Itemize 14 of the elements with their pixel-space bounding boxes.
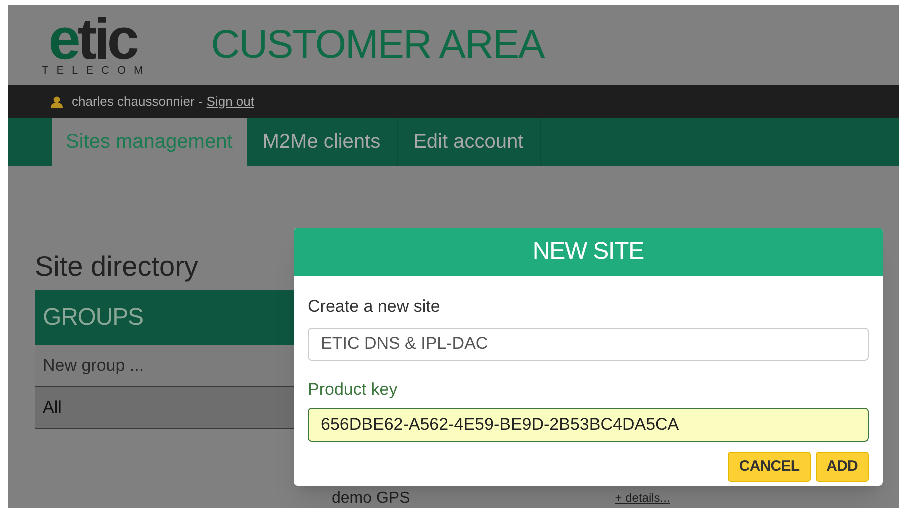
dialog-button[interactable]: ADD bbox=[816, 452, 869, 482]
site-name-field[interactable]: ETIC DNS & IPL-DAC bbox=[308, 328, 869, 360]
nav-tab[interactable]: Edit account bbox=[398, 118, 541, 166]
nav-tab[interactable]: M2Me clients bbox=[246, 118, 398, 166]
product-key-field[interactable]: 656DBE62-A562-4E59-BE9D-2B53BC4DA5CA bbox=[308, 408, 869, 442]
dialog-button[interactable]: CANCEL bbox=[728, 452, 811, 482]
user-icon bbox=[50, 96, 64, 108]
page-title: CUSTOMER AREA bbox=[211, 22, 544, 69]
user-name: charles chaussonnier - bbox=[72, 92, 203, 111]
site-name: demo GPS bbox=[332, 491, 410, 507]
section-title: Site directory bbox=[35, 250, 198, 284]
sign-out-link[interactable]: Sign out bbox=[206, 92, 254, 112]
details-link[interactable]: + details... bbox=[615, 489, 670, 507]
dialog-title: NEW SITE bbox=[294, 228, 883, 276]
